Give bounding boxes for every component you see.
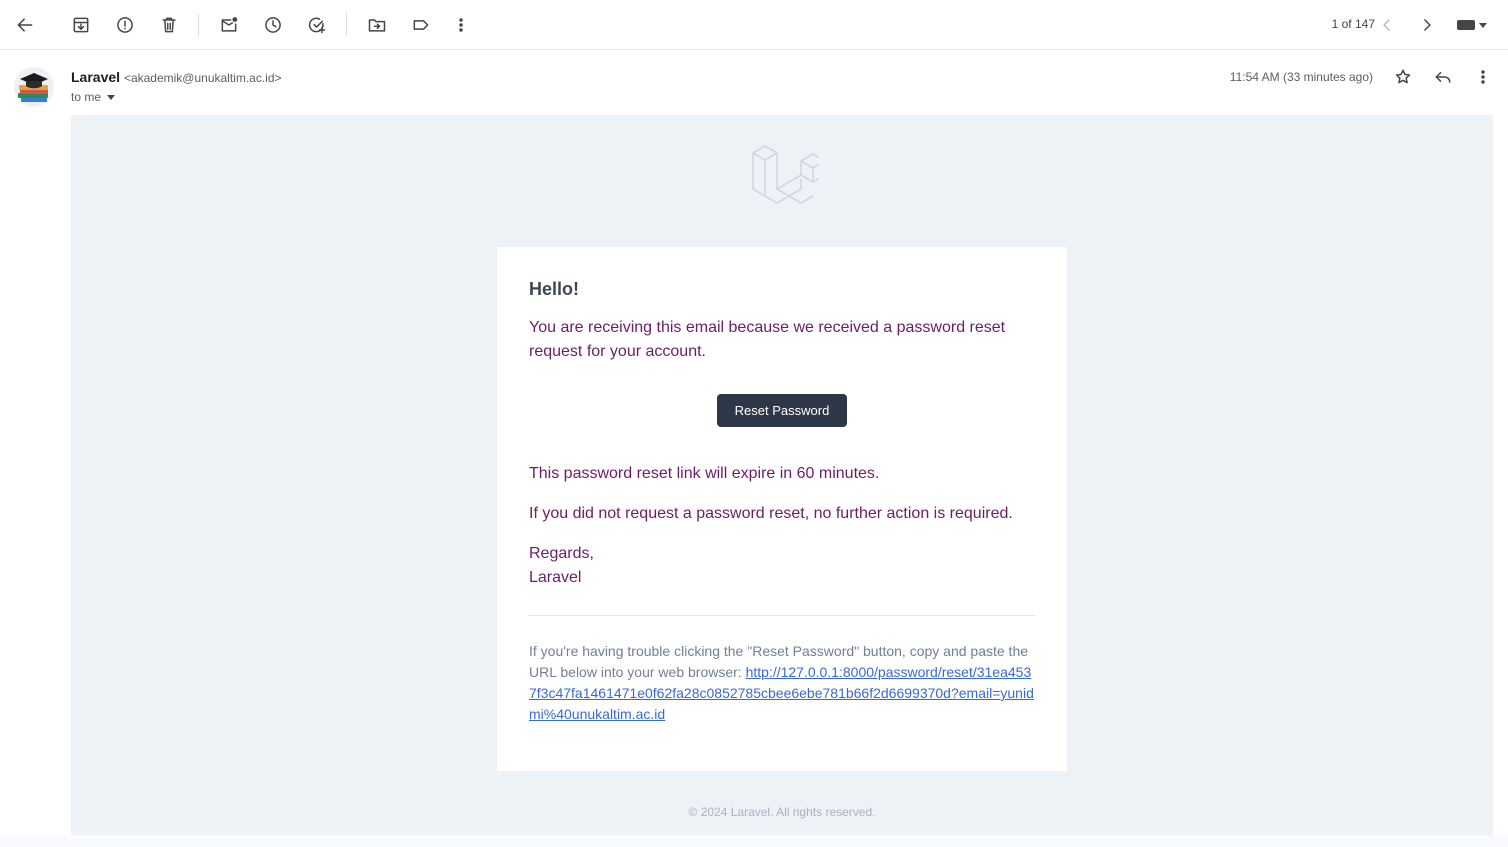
email-footer: © 2024 Laravel. All rights reserved. [688, 805, 876, 819]
recipient-label: to me [71, 90, 102, 104]
more-vert-icon[interactable] [1463, 57, 1503, 97]
pager-count: 1 of 147 [1331, 17, 1375, 31]
add-task-icon[interactable] [297, 5, 337, 45]
message-time: 11:54 AM (33 minutes ago) [1229, 70, 1373, 84]
gmail-message-view: 1 of 147 Laravel <akademik@unukaltim.ac.… [0, 0, 1508, 835]
toolbar-divider [198, 14, 199, 36]
reply-icon[interactable] [1423, 57, 1463, 97]
input-tools-button[interactable] [1451, 15, 1493, 35]
email-regards: Regards, [529, 545, 594, 562]
email-subcopy: If you're having trouble clicking the "R… [529, 641, 1035, 725]
email-intro: You are receiving this email because we … [529, 319, 1006, 360]
more-vert-icon[interactable] [441, 5, 481, 45]
email-body: Hello! You are receiving this email beca… [71, 115, 1493, 835]
report-spam-icon[interactable] [105, 5, 145, 45]
delete-icon[interactable] [149, 5, 189, 45]
move-to-icon[interactable] [357, 5, 397, 45]
chevron-right-icon[interactable] [1407, 5, 1447, 45]
toolbar-divider [346, 14, 347, 36]
email-card: Hello! You are receiving this email beca… [497, 247, 1067, 771]
back-arrow-icon[interactable] [5, 5, 45, 45]
message-toolbar: 1 of 147 [0, 0, 1508, 50]
action-area: Reset Password [529, 394, 1035, 427]
keyboard-icon [1457, 20, 1475, 30]
chevron-left-icon[interactable] [1367, 5, 1407, 45]
archive-icon[interactable] [61, 5, 101, 45]
laravel-logo [751, 143, 826, 211]
email-signature: Laravel [529, 569, 582, 586]
divider [529, 615, 1035, 616]
caret-down-icon [1479, 22, 1487, 28]
sender-name[interactable]: Laravel [71, 69, 120, 85]
recipient-details[interactable]: to me [71, 90, 116, 104]
snooze-icon[interactable] [253, 5, 293, 45]
sender-email: <akademik@unukaltim.ac.id> [123, 71, 282, 85]
email-expire-note: This password reset link will expire in … [529, 465, 880, 482]
reset-password-button[interactable]: Reset Password [716, 394, 848, 427]
caret-down-icon [107, 94, 116, 100]
star-icon[interactable] [1383, 57, 1423, 97]
label-icon[interactable] [401, 5, 441, 45]
email-no-action-note: If you did not request a password reset,… [529, 505, 1013, 522]
avatar[interactable] [14, 67, 54, 107]
sender-info: Laravel <akademik@unukaltim.ac.id> [71, 69, 282, 85]
email-greeting: Hello! [529, 279, 580, 299]
mark-unread-icon[interactable] [209, 5, 249, 45]
